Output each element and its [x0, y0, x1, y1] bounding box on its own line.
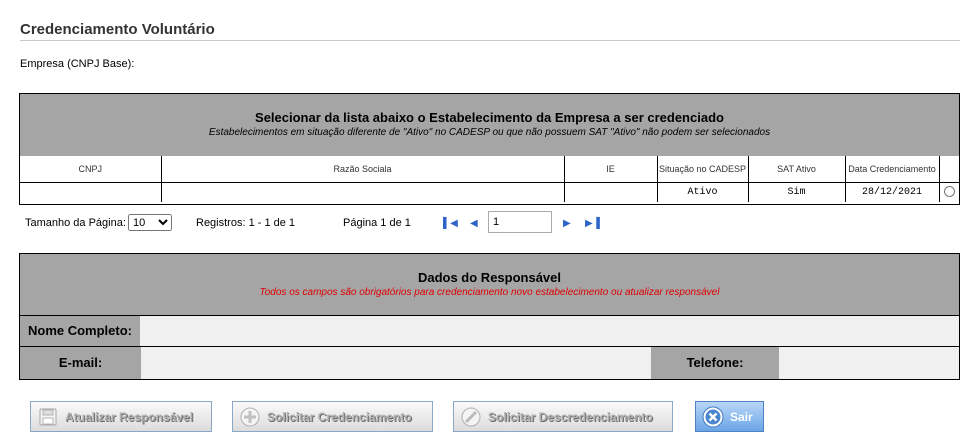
company-cnpj-value	[137, 59, 198, 70]
request-deaccreditation-label: Solicitar Descredenciamento	[488, 409, 653, 424]
phone-field[interactable]	[779, 347, 959, 379]
column-header-sat[interactable]: SAT Ativo	[747, 156, 846, 183]
page-number-input[interactable]	[488, 211, 552, 233]
close-icon	[702, 406, 724, 428]
page-title: Credenciamento Voluntário	[20, 21, 215, 38]
name-row: Nome Completo:	[20, 315, 959, 346]
previous-page-icon[interactable]: ◀	[470, 218, 478, 230]
title-divider	[20, 40, 960, 41]
exit-label: Sair	[730, 409, 753, 424]
contact-row: E-mail: Telefone:	[20, 346, 959, 379]
request-accreditation-label: Solicitar Credenciamento	[267, 409, 412, 424]
email-field[interactable]	[141, 347, 651, 379]
last-page-icon[interactable]: ▶▐	[585, 218, 600, 230]
responsible-panel: Dados do Responsável Todos os campos são…	[19, 253, 960, 380]
page-size-select[interactable]: 10	[128, 214, 172, 231]
cell-situacao: Ativo	[656, 182, 749, 202]
company-label: Empresa (CNPJ Base):	[20, 58, 135, 70]
cancel-icon	[460, 406, 482, 428]
responsible-heading: Dados do Responsável	[417, 270, 562, 285]
save-icon	[37, 406, 59, 428]
first-page-icon[interactable]: ▌◀	[443, 218, 458, 230]
column-header-data[interactable]: Data Credenciamento	[844, 156, 940, 183]
responsible-header: Dados do Responsável Todos os campos são…	[20, 254, 959, 315]
exit-button[interactable]: Sair	[695, 401, 764, 432]
row-select-radio[interactable]	[943, 186, 955, 198]
name-field[interactable]	[140, 316, 959, 346]
page-size-label: Tamanho da Página:	[25, 217, 126, 229]
column-header-ie[interactable]: IE	[563, 156, 658, 183]
page-text: Página 1 de 1	[343, 217, 411, 229]
request-accreditation-button[interactable]: Solicitar Credenciamento	[232, 401, 433, 432]
establishments-subheading: Estabelecimentos em situação diferente d…	[208, 127, 771, 138]
next-page-icon[interactable]: ▶	[563, 218, 571, 230]
table-row: Ativo Sim 28/12/2021	[20, 182, 959, 202]
records-text: Registros: 1 - 1 de 1	[196, 217, 296, 229]
request-deaccreditation-button[interactable]: Solicitar Descredenciamento	[453, 401, 673, 432]
phone-label: Telefone:	[651, 347, 779, 379]
column-header-situacao[interactable]: Situação no CADESP	[656, 156, 749, 183]
table-header-row: CNPJ Razão Sociala IE Situação no CADESP…	[20, 156, 959, 183]
cell-ie	[563, 182, 658, 202]
cell-data: 28/12/2021	[844, 182, 940, 202]
email-label: E-mail:	[20, 347, 141, 379]
name-label: Nome Completo:	[20, 316, 140, 346]
update-responsible-label: Atualizar Responsável	[65, 409, 194, 424]
establishments-header: Selecionar da lista abaixo o Estabelecim…	[20, 94, 959, 156]
establishments-heading: Selecionar da lista abaixo o Estabelecim…	[255, 110, 724, 125]
responsible-subheading: Todos os campos são obrigatórios para cr…	[259, 287, 720, 298]
cell-razao-social	[160, 182, 565, 202]
establishments-panel: Selecionar da lista abaixo o Estabelecim…	[19, 93, 960, 205]
update-responsible-button[interactable]: Atualizar Responsável	[30, 401, 212, 432]
establishments-table: CNPJ Razão Sociala IE Situação no CADESP…	[20, 156, 959, 202]
cell-sat: Sim	[747, 182, 846, 202]
column-header-razao-social[interactable]: Razão Sociala	[160, 156, 565, 183]
cell-cnpj	[20, 182, 162, 202]
add-icon	[239, 406, 261, 428]
column-header-cnpj[interactable]: CNPJ	[20, 156, 162, 183]
column-header-select	[938, 156, 959, 183]
cell-select	[938, 182, 959, 202]
company-info: Empresa (CNPJ Base):	[20, 58, 198, 70]
